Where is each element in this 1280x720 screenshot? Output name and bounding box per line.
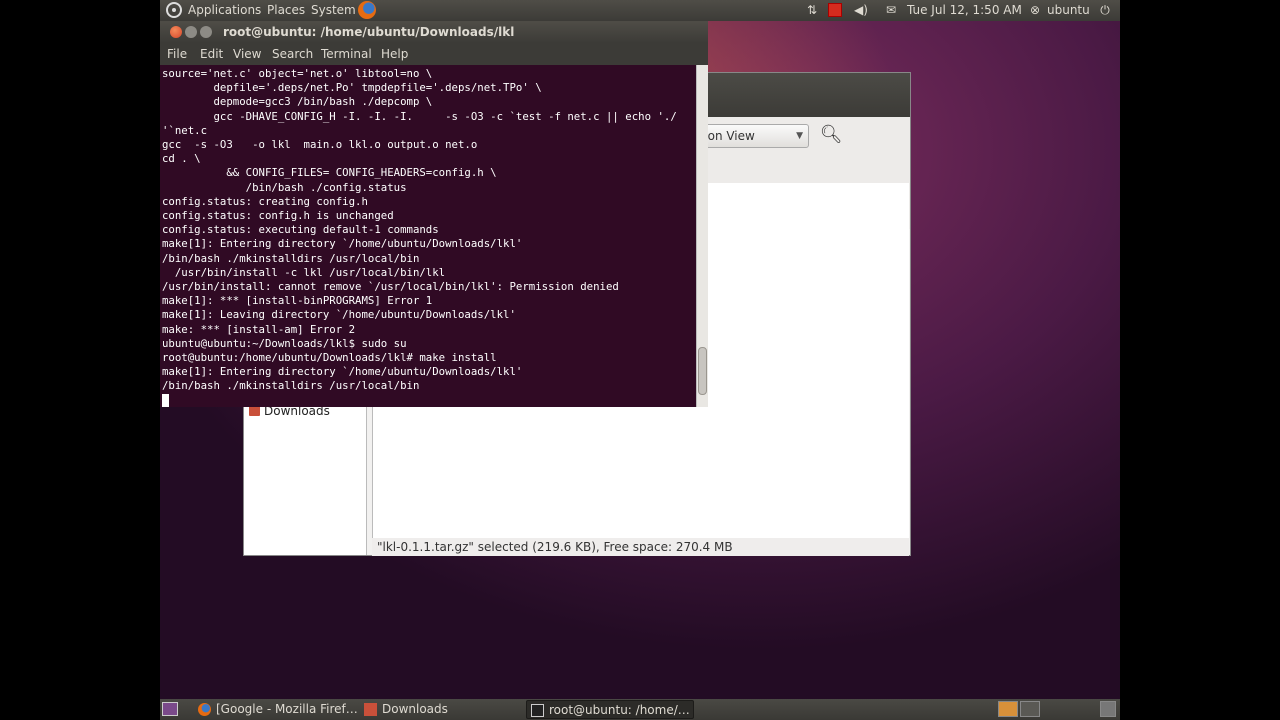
menu-applications[interactable]: Applications xyxy=(188,3,261,17)
firefox-icon[interactable] xyxy=(358,1,376,19)
chevron-down-icon: ▼ xyxy=(796,131,803,141)
terminal-line: /bin/bash ./mkinstalldirs /usr/local/bin xyxy=(162,251,420,265)
scrollbar-thumb[interactable] xyxy=(698,347,707,395)
network-icon[interactable]: ⇅ xyxy=(805,3,819,17)
menu-system[interactable]: System xyxy=(311,3,356,17)
terminal-line: /usr/bin/install: cannot remove `/usr/lo… xyxy=(162,280,619,294)
terminal-line: make: *** [install-am] Error 2 xyxy=(162,322,356,336)
terminal-line: make[1]: Entering directory `/home/ubunt… xyxy=(162,237,523,251)
terminal-line: depmode=gcc3 /bin/bash ./depcomp \ xyxy=(162,95,433,109)
desktop: Applications Places System ⇅ ◀) ✉ Tue Ju… xyxy=(160,0,1120,720)
status-bar: "lkl-0.1.1.tar.gz" selected (219.6 KB), … xyxy=(372,538,909,556)
terminal-line: make[1]: Entering directory `/home/ubunt… xyxy=(162,365,523,379)
terminal-line: ubuntu@ubuntu:~/Downloads/lkl$ sudo su xyxy=(162,336,407,350)
task-terminal[interactable]: root@ubuntu: /home/… xyxy=(526,700,694,719)
terminal-line: gcc -s -O3 -o lkl main.o lkl.o output.o … xyxy=(162,138,478,152)
power-icon[interactable]: ⏻ xyxy=(1098,3,1112,17)
terminal-line: make[1]: *** [install-binPROGRAMS] Error… xyxy=(162,294,433,308)
terminal-line: config.status: creating config.h xyxy=(162,194,368,208)
terminal-scrollbar[interactable] xyxy=(696,65,708,407)
terminal-icon xyxy=(531,704,544,717)
firefox-icon xyxy=(198,703,211,716)
terminal-menubar: File Edit View Search Terminal Help xyxy=(160,43,708,65)
top-panel: Applications Places System ⇅ ◀) ✉ Tue Ju… xyxy=(160,0,1120,21)
terminal-titlebar[interactable]: root@ubuntu: /home/ubuntu/Downloads/lkl xyxy=(160,21,708,43)
terminal-cursor xyxy=(162,393,696,407)
folder-icon xyxy=(364,703,377,716)
maximize-icon[interactable] xyxy=(200,26,212,38)
bottom-panel: [Google - Mozilla Firef… Downloads root@… xyxy=(160,699,1120,720)
mail-icon[interactable]: ✉ xyxy=(884,3,898,17)
close-icon[interactable] xyxy=(170,26,182,38)
task-downloads[interactable]: Downloads xyxy=(360,700,520,719)
terminal-line: depfile='.deps/net.Po' tmpdepfile='.deps… xyxy=(162,81,542,95)
terminal-line: cd . \ xyxy=(162,152,201,166)
notification-icon[interactable] xyxy=(828,3,842,17)
show-desktop-icon[interactable] xyxy=(162,702,178,716)
trash-icon[interactable] xyxy=(1100,701,1116,717)
volume-icon[interactable]: ◀) xyxy=(854,3,868,17)
menu-edit[interactable]: Edit xyxy=(200,47,223,61)
terminal-line: config.status: config.h is unchanged xyxy=(162,209,394,223)
terminal-line: /bin/bash ./config.status xyxy=(162,180,407,194)
view-mode-select[interactable]: con View ▼ xyxy=(694,124,809,148)
menu-help[interactable]: Help xyxy=(381,47,408,61)
terminal-line: root@ubuntu:/home/ubuntu/Downloads/lkl# … xyxy=(162,351,497,365)
terminal-line: && CONFIG_FILES= CONFIG_HEADERS=config.h… xyxy=(162,166,497,180)
task-label: [Google - Mozilla Firef… xyxy=(216,702,358,716)
workspace-2[interactable] xyxy=(1020,701,1040,717)
terminal-line: /bin/bash ./mkinstalldirs /usr/local/bin xyxy=(162,379,420,393)
task-firefox[interactable]: [Google - Mozilla Firef… xyxy=(194,700,358,719)
minimize-icon[interactable] xyxy=(185,26,197,38)
ubuntu-logo-icon[interactable] xyxy=(166,2,182,18)
terminal-output[interactable]: source='net.c' object='net.o' libtool=no… xyxy=(160,65,696,407)
user-name[interactable]: ubuntu xyxy=(1047,3,1090,17)
terminal-line: /usr/bin/install -c lkl /usr/local/bin/l… xyxy=(162,265,446,279)
menu-places[interactable]: Places xyxy=(267,3,305,17)
task-label: root@ubuntu: /home/… xyxy=(549,703,690,717)
user-icon[interactable]: ⊗ xyxy=(1028,3,1042,17)
terminal-line: config.status: executing default-1 comma… xyxy=(162,223,439,237)
menu-view[interactable]: View xyxy=(233,47,261,61)
menu-file[interactable]: File xyxy=(167,47,187,61)
window-title: root@ubuntu: /home/ubuntu/Downloads/lkl xyxy=(223,25,515,39)
clock[interactable]: Tue Jul 12, 1:50 AM xyxy=(907,3,1022,17)
view-mode-label: con View xyxy=(701,129,755,143)
terminal-line: make[1]: Leaving directory `/home/ubuntu… xyxy=(162,308,516,322)
menu-search[interactable]: Search xyxy=(272,47,313,61)
search-icon[interactable]: 🔍︎ xyxy=(819,123,843,147)
workspace-1[interactable] xyxy=(998,701,1018,717)
menu-terminal[interactable]: Terminal xyxy=(321,47,372,61)
task-label: Downloads xyxy=(382,702,448,716)
terminal-line: '`net.c xyxy=(162,123,208,137)
terminal-line: source='net.c' object='net.o' libtool=no… xyxy=(162,67,433,80)
terminal-line: gcc -DHAVE_CONFIG_H -I. -I. -I. -s -O3 -… xyxy=(162,109,677,123)
terminal-window: root@ubuntu: /home/ubuntu/Downloads/lkl … xyxy=(160,21,708,409)
